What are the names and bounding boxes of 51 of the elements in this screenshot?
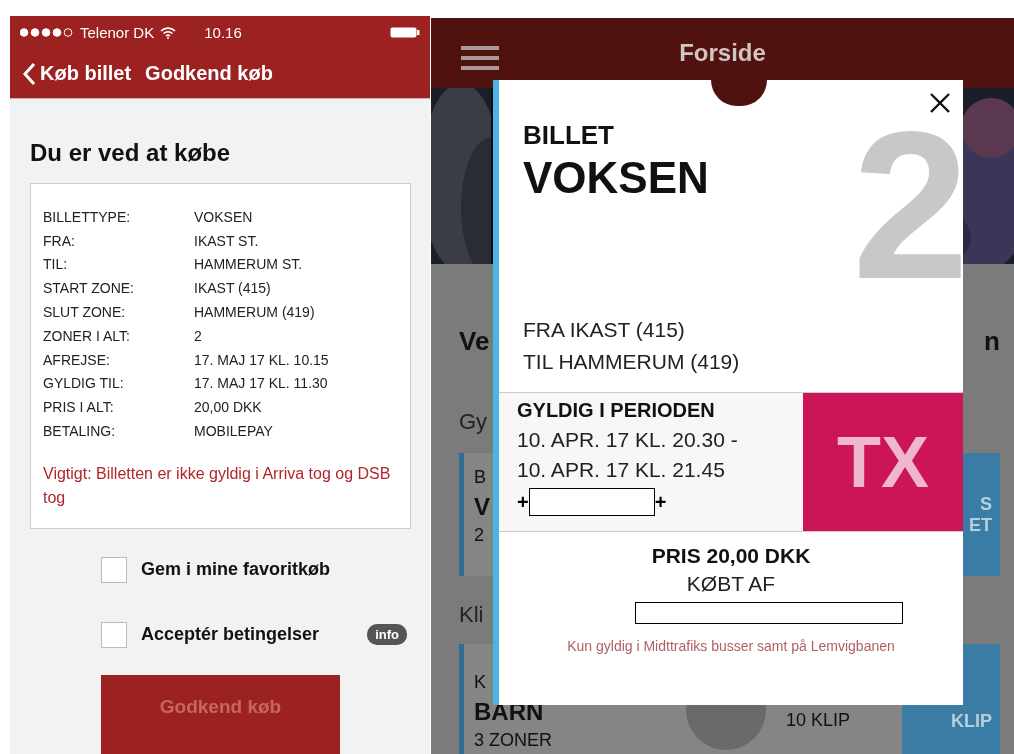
period-line: 10. APR. 17 KL. 21.45 — [517, 458, 726, 482]
warning-notice: Vigtigt: Billetten er ikke gyldig i Arriva tog og DSB tog — [43, 463, 392, 508]
detail-label: BETALING: — [43, 422, 117, 442]
status-time: 10.16 — [204, 24, 242, 42]
detail-value: 17. MAJ 17 KL. 11.30 — [194, 374, 328, 394]
detail-label: BILLETTYPE: — [43, 207, 132, 227]
clip-count: 10 KLIP — [786, 710, 851, 731]
checkbox-label: Gem i mine favoritkøb — [141, 559, 331, 581]
detail-value: HAMMERUM (419) — [194, 303, 315, 323]
detail-value: IKAST ST. — [194, 231, 259, 251]
card-text: K — [474, 671, 487, 694]
detail-value: HAMMERUM ST. — [194, 255, 303, 275]
buyer-label: KØBT AF — [686, 572, 776, 596]
carrier-name: Telenor DK — [80, 24, 155, 42]
section-title: Ve — [459, 326, 490, 357]
header-title: Forside — [679, 38, 766, 67]
detail-value: IKAST (415) — [194, 279, 271, 299]
period-line: 10. APR. 17 KL. 20.30 - — [517, 428, 739, 452]
detail-label: SLUT ZONE: — [43, 303, 127, 323]
detail-value: 2 — [194, 326, 202, 346]
card-text: 2 — [474, 524, 485, 547]
group-label: Kli — [459, 602, 484, 628]
detail-label: FRA: — [43, 231, 76, 251]
ticket-label: BILLET — [523, 120, 615, 151]
detail-label: TIL: — [43, 255, 69, 275]
detail-label: START ZONE: — [43, 279, 135, 299]
detail-label: GYLDIG TIL: — [43, 374, 125, 394]
detail-label: AFREJSE: — [43, 350, 111, 370]
card-text: B — [474, 466, 487, 489]
detail-value: VOKSEN — [194, 207, 253, 227]
checkbox-label: Acceptér betingelser — [141, 624, 320, 646]
code-text: + — [517, 490, 529, 514]
code-text: + — [654, 490, 667, 514]
group-label: Gy — [459, 409, 488, 435]
operator-logo: TX — [803, 393, 963, 531]
detail-label: ZONER I ALT: — [43, 326, 131, 346]
detail-label: PRIS I ALT: — [43, 398, 115, 418]
card-text: V — [474, 492, 490, 521]
period-heading: GYLDIG I PERIODEN — [517, 399, 716, 422]
route-from: FRA IKAST (415) — [523, 317, 686, 343]
validity-note: Kun gyldig i Midttrafiks busser samt på Lemvigbanen — [567, 638, 895, 654]
screen-title: Godkend køb — [145, 62, 273, 86]
detail-value: 17. MAJ 17 KL. 10.15 — [194, 350, 329, 370]
card-text: 3 ZONER — [474, 729, 552, 752]
section-title: n — [984, 326, 1000, 357]
detail-value: 20,00 DKK — [194, 398, 262, 418]
detail-value: MOBILEPAY — [194, 422, 273, 442]
page-heading: Du er ved at købe — [30, 138, 232, 167]
route-to: TIL HAMMERUM (419) — [523, 349, 741, 375]
ticket-price: PRIS 20,00 DKK — [651, 544, 811, 568]
ticket-type: VOKSEN — [523, 153, 710, 203]
